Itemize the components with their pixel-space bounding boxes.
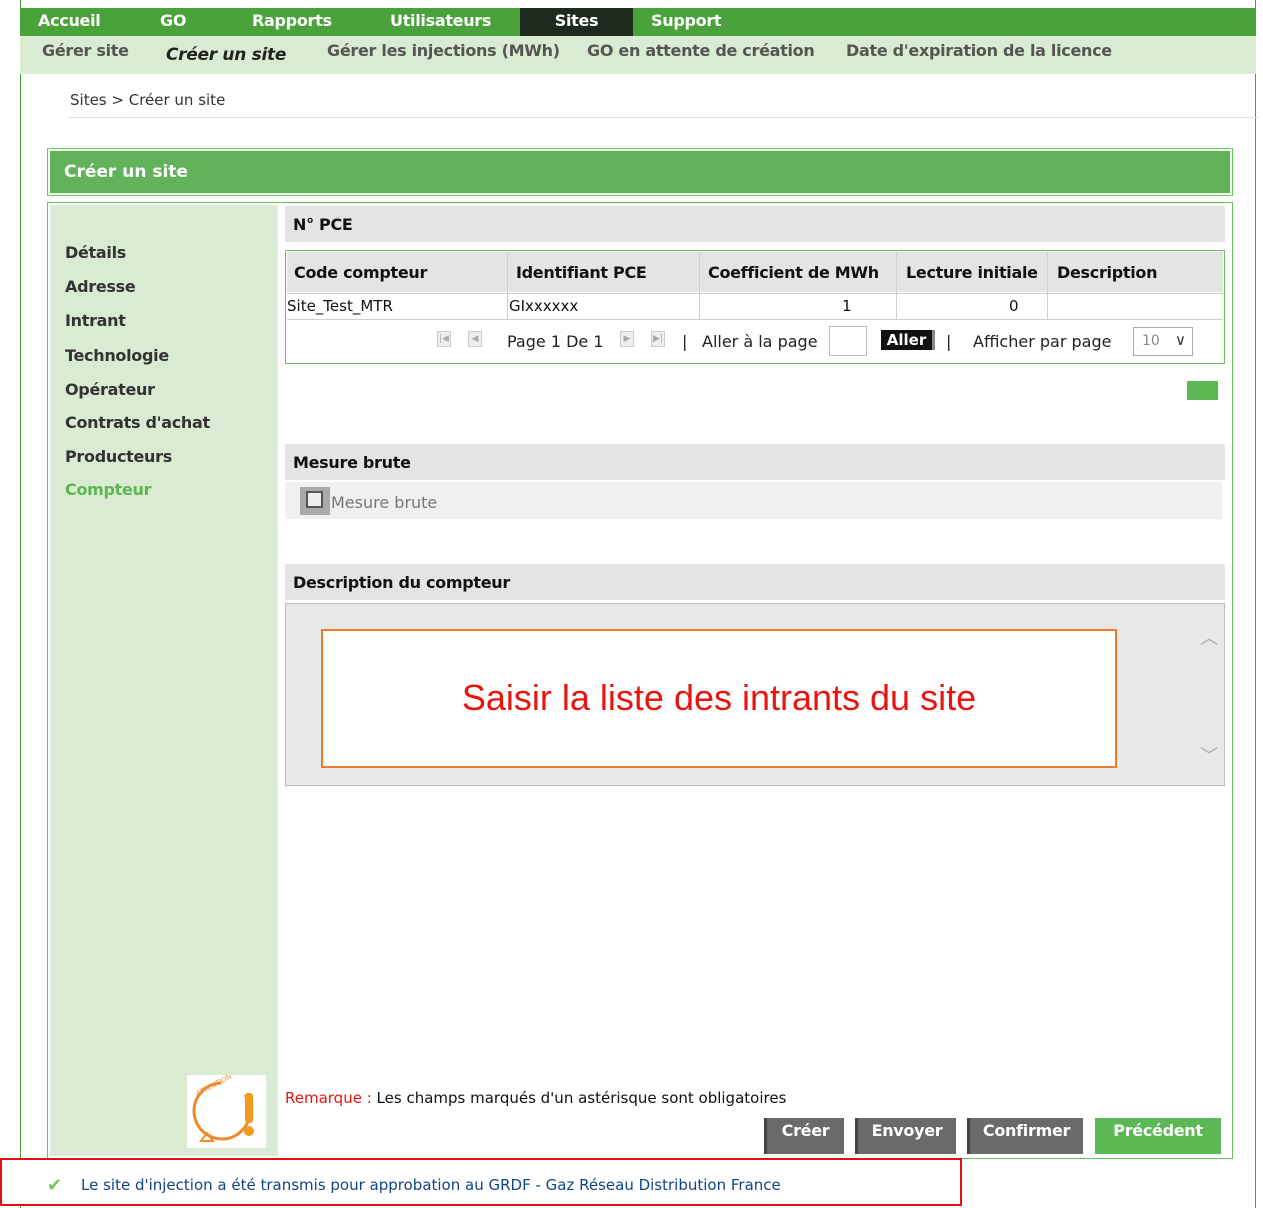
- col-code-compteur[interactable]: Code compteur: [294, 263, 427, 282]
- pce-table: Code compteur Identifiant PCE Coefficien…: [285, 250, 1225, 364]
- pager-separator: |: [946, 332, 952, 351]
- sidebar-item-technologie[interactable]: Technologie: [65, 346, 169, 365]
- scroll-up-icon[interactable]: ︿: [1200, 624, 1218, 650]
- sidebar-item-producteurs[interactable]: Producteurs: [65, 447, 172, 466]
- success-message: Le site d'injection a été transmis pour …: [81, 1176, 781, 1194]
- add-row-button[interactable]: [1187, 381, 1218, 400]
- table-header: Code compteur Identifiant PCE Coefficien…: [287, 252, 1223, 292]
- remark-prefix: Remarque :: [285, 1089, 372, 1107]
- breadcrumb[interactable]: Sites > Créer un site: [70, 91, 225, 109]
- nav-support[interactable]: Support: [651, 11, 722, 30]
- confirm-button[interactable]: Confirmer: [967, 1118, 1083, 1154]
- subnav-creer-site[interactable]: Créer un site: [166, 45, 286, 65]
- cell-identifiant-pce: GIxxxxxx: [509, 297, 579, 315]
- remark: Remarque : Les champs marqués d'un astér…: [285, 1089, 786, 1107]
- description-section-header: Description du compteur: [285, 564, 1225, 600]
- subnav-date-expiration[interactable]: Date d'expiration de la licence: [846, 41, 1112, 60]
- attention-badge: ATTENTION: [187, 1073, 266, 1148]
- nav-accueil[interactable]: Accueil: [38, 11, 101, 30]
- nav-go[interactable]: GO: [160, 11, 186, 30]
- check-icon: ✔: [47, 1175, 63, 1196]
- goto-page-label: Aller à la page: [702, 332, 818, 351]
- sidebar-item-intrant[interactable]: Intrant: [65, 311, 126, 330]
- breadcrumb-divider: [68, 117, 1258, 118]
- send-button[interactable]: Envoyer: [855, 1118, 956, 1154]
- panel-title: Créer un site: [64, 162, 188, 182]
- col-identifiant-pce[interactable]: Identifiant PCE: [516, 263, 647, 282]
- panel-header-bar: [50, 151, 1230, 193]
- sidebar-item-operateur[interactable]: Opérateur: [65, 380, 155, 399]
- mesure-section-title: Mesure brute: [293, 453, 411, 472]
- attention-icon: ATTENTION: [192, 1073, 254, 1142]
- pce-section-header: N° PCE: [285, 206, 1225, 242]
- previous-button[interactable]: Précédent: [1095, 1118, 1221, 1154]
- remark-text: Les champs marqués d'un astérisque sont …: [376, 1089, 787, 1107]
- panel-header: Créer un site: [47, 148, 1233, 196]
- col-lecture-initiale[interactable]: Lecture initiale: [906, 263, 1038, 282]
- subnav-go-attente[interactable]: GO en attente de création: [587, 41, 815, 60]
- next-page-icon[interactable]: ▶: [620, 331, 634, 347]
- sidebar-item-contrats[interactable]: Contrats d'achat: [65, 413, 210, 432]
- mesure-section-header: Mesure brute: [285, 444, 1225, 480]
- prev-page-icon[interactable]: ◀: [468, 331, 482, 347]
- per-page-label: Afficher par page: [973, 332, 1112, 351]
- description-section-title: Description du compteur: [293, 573, 510, 592]
- attention-label: ATTENTION: [195, 1075, 234, 1098]
- pce-section-title: N° PCE: [293, 215, 353, 234]
- sub-nav: Gérer site Créer un site Gérer les injec…: [20, 36, 1256, 74]
- goto-page-input[interactable]: [829, 326, 867, 356]
- col-description[interactable]: Description: [1057, 263, 1157, 282]
- subnav-gerer-injections[interactable]: Gérer les injections (MWh): [327, 41, 560, 60]
- cell-lecture-initiale: 0: [1009, 297, 1019, 315]
- description-callout-text: Saisir la liste des intrants du site: [461, 677, 977, 718]
- subnav-gerer-site[interactable]: Gérer site: [42, 41, 129, 60]
- mesure-brute-checkbox[interactable]: [300, 487, 330, 515]
- sidebar: Détails Adresse Intrant Technologie Opér…: [50, 205, 278, 1156]
- cell-code-compteur: Site_Test_MTR: [287, 297, 393, 315]
- per-page-select[interactable]: 10 ∨: [1133, 327, 1193, 356]
- nav-rapports[interactable]: Rapports: [252, 11, 332, 30]
- pager: |◀ ◀ Page 1 De 1 ▶ ▶| | Aller à la page …: [287, 321, 1223, 363]
- chevron-down-icon: ∨: [1175, 331, 1186, 349]
- success-banner: ✔ Le site d'injection a été transmis pou…: [0, 1158, 962, 1206]
- page-indicator: Page 1 De 1: [507, 332, 604, 351]
- cell-coefficient: 1: [842, 297, 852, 315]
- scroll-down-icon[interactable]: ﹀: [1200, 742, 1218, 768]
- table-row[interactable]: Site_Test_MTR GIxxxxxx 1 0: [287, 293, 1223, 320]
- first-page-icon[interactable]: |◀: [437, 331, 451, 347]
- per-page-value: 10: [1142, 333, 1160, 349]
- description-callout: Saisir la liste des intrants du site: [321, 629, 1117, 768]
- nav-sites[interactable]: Sites: [520, 8, 633, 36]
- col-coefficient[interactable]: Coefficient de MWh: [708, 263, 879, 282]
- top-nav: Accueil GO Rapports Utilisateurs Sites S…: [20, 8, 1256, 36]
- nav-utilisateurs[interactable]: Utilisateurs: [390, 11, 491, 30]
- sidebar-item-adresse[interactable]: Adresse: [65, 277, 136, 296]
- mesure-brute-label: Mesure brute: [331, 493, 438, 512]
- sidebar-item-compteur[interactable]: Compteur: [65, 480, 152, 499]
- last-page-icon[interactable]: ▶|: [651, 331, 665, 347]
- create-button[interactable]: Créer: [764, 1118, 844, 1154]
- sidebar-item-details[interactable]: Détails: [65, 243, 126, 262]
- mesure-row: Mesure brute: [285, 482, 1222, 519]
- pager-separator: |: [682, 332, 688, 351]
- goto-page-button[interactable]: Aller: [881, 330, 935, 350]
